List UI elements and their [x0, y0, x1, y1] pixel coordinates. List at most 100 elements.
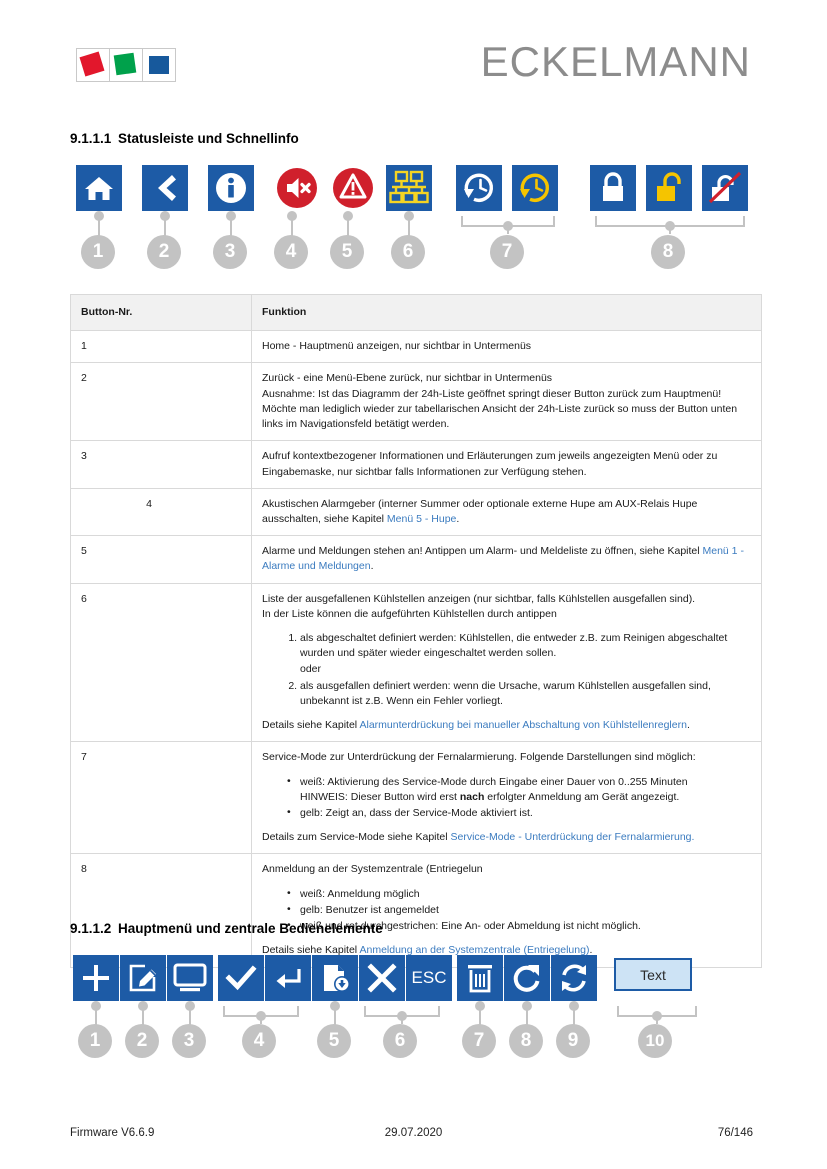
- table-row: 6 Liste der ausgefallenen Kühlstellen an…: [70, 582, 762, 743]
- row-nr: 2: [70, 362, 252, 442]
- callout-number-5: 5: [330, 235, 364, 269]
- col-header-button-nr: Button-Nr.: [70, 293, 252, 332]
- plus-icon[interactable]: [73, 955, 119, 1001]
- footer-date: 29.07.2020: [384, 1127, 443, 1139]
- trash-icon[interactable]: [457, 955, 503, 1001]
- section-title-2: Hauptmenü und zentrale Bedienelemente: [118, 921, 383, 936]
- menu-callout-number-4: 4: [242, 1024, 276, 1058]
- callout-bracket-8: [595, 216, 745, 234]
- row6-details-prefix: Details siehe Kapitel: [262, 719, 360, 732]
- back-chevron-icon[interactable]: [142, 165, 188, 211]
- page-footer: Firmware V6.6.9 29.07.2020 76/146: [0, 1109, 827, 1169]
- col-header-funktion: Funktion: [251, 293, 762, 332]
- service-mode-clock-yellow-icon[interactable]: [512, 165, 558, 211]
- footer-page-number: 76/146: [717, 1127, 753, 1139]
- callout-number-4: 4: [274, 235, 308, 269]
- home-icon[interactable]: [76, 165, 122, 211]
- section-number-1: 9.1.1.1: [70, 131, 112, 146]
- lock-closed-white-icon[interactable]: [590, 165, 636, 211]
- row7-bullet-list: weiß: Aktivierung des Service-Mode durch…: [262, 774, 751, 822]
- callout-number-6: 6: [391, 235, 425, 269]
- list-item: gelb: Benutzer ist angemeldet: [287, 902, 751, 918]
- row6-ordered-list: als abgeschaltet definiert werden: Kühls…: [262, 631, 751, 709]
- text-input-button[interactable]: Text: [614, 958, 692, 991]
- row-text: Zurück - eine Menü-Ebene zurück, nur sic…: [251, 362, 762, 442]
- logo-cell-blue: [143, 48, 176, 82]
- row6-details-suffix: .: [686, 719, 690, 732]
- row-text: Akustischen Alarmgeber (interner Summer …: [251, 487, 762, 537]
- close-x-icon[interactable]: [359, 955, 405, 1001]
- list-item: als abgeschaltet definiert werden: Kühls…: [300, 631, 751, 677]
- menu-callout-number-10: 10: [638, 1024, 672, 1058]
- info-icon[interactable]: [208, 165, 254, 211]
- table-row: 1 Home - Hauptmenü anzeigen, nur sichtba…: [70, 330, 762, 364]
- row-nr: 8: [70, 853, 252, 968]
- esc-icon[interactable]: ESC: [406, 955, 452, 1001]
- row3-line1: Aufruf kontextbezogener Informationen un…: [262, 450, 718, 478]
- menu-callout-number-5: 5: [317, 1024, 351, 1058]
- text-input-label: Text: [640, 966, 666, 983]
- row1-line1: Home - Hauptmenü anzeigen, nur sichtbar …: [262, 340, 532, 353]
- menu-callout-number-2: 2: [125, 1024, 159, 1058]
- lock-open-yellow-icon[interactable]: [646, 165, 692, 211]
- row7-note-bold: nach: [459, 790, 485, 803]
- table-header-row: Button-Nr. Funktion: [70, 293, 762, 332]
- table-row: 5 Alarme und Meldungen stehen an! Antipp…: [70, 535, 762, 584]
- row7-note-suffix: erfolgter Anmeldung am Gerät angezeigt.: [484, 790, 680, 803]
- section-heading-1: 9.1.1.1 Statusleiste und Schnellinfo: [70, 131, 299, 146]
- network-nodes-icon[interactable]: [386, 165, 432, 211]
- row4-link-menu5-hupe[interactable]: Menü 5 - Hupe: [387, 513, 456, 525]
- save-document-icon[interactable]: [312, 955, 358, 1001]
- row6-line2: In der Liste können die aufgeführten Küh…: [262, 607, 557, 620]
- callout-number-8: 8: [651, 235, 685, 269]
- row2-line3: Möchte man lediglich wieder zur tabellar…: [262, 402, 738, 431]
- table-row: 8 Anmeldung an der Systemzentrale (Entri…: [70, 853, 762, 968]
- row2-line1: Zurück - eine Menü-Ebene zurück, nur sic…: [262, 372, 553, 385]
- refresh-cycle-icon[interactable]: [551, 955, 597, 1001]
- row-text: Alarme und Meldungen stehen an! Antippen…: [251, 535, 762, 584]
- menu-callout-bracket-6: [364, 1006, 440, 1024]
- row-text: Home - Hauptmenü anzeigen, nur sichtbar …: [251, 330, 762, 364]
- edit-pencil-icon[interactable]: [120, 955, 166, 1001]
- row6-item1-oder: oder: [300, 662, 322, 675]
- monitor-icon[interactable]: [167, 955, 213, 1001]
- row-text: Anmeldung an der Systemzentrale (Entrieg…: [251, 853, 762, 968]
- callout-number-1: 1: [81, 235, 115, 269]
- row-text: Aufruf kontextbezogener Informationen un…: [251, 440, 762, 489]
- row7-details: Details zum Service-Mode siehe Kapitel S…: [262, 830, 751, 845]
- row2-line2: Ausnahme: Ist das Diagramm der 24h-Liste…: [262, 387, 722, 400]
- lock-crossed-out-icon[interactable]: [702, 165, 748, 211]
- page-header: ECKELMANN: [0, 0, 827, 110]
- menu-callout-number-7: 7: [462, 1024, 496, 1058]
- service-mode-clock-white-icon[interactable]: [456, 165, 502, 211]
- row-nr: 5: [70, 535, 252, 584]
- row-nr: 7: [70, 741, 252, 855]
- logo-cell-red: [76, 48, 110, 82]
- row4-paragraph: Akustischen Alarmgeber (interner Summer …: [262, 497, 751, 527]
- list-item: weiß: Anmeldung möglich: [287, 886, 751, 902]
- brand-name: ECKELMANN: [480, 38, 751, 85]
- speaker-mute-icon[interactable]: [274, 165, 320, 211]
- check-icon[interactable]: [218, 955, 264, 1001]
- table-row: 4 Akustischen Alarmgeber (interner Summe…: [70, 487, 762, 537]
- refresh-single-icon[interactable]: [504, 955, 550, 1001]
- row6-details: Details siehe Kapitel Alarmunterdrückung…: [262, 718, 751, 733]
- row7-link-service-mode[interactable]: Service-Mode - Unterdrückung der Fernala…: [451, 831, 695, 843]
- enter-arrow-icon[interactable]: [265, 955, 311, 1001]
- callout-bracket-7: [461, 216, 555, 234]
- table-row: 7 Service-Mode zur Unterdrückung der Fer…: [70, 741, 762, 855]
- row7-bullet1: weiß: Aktivierung des Service-Mode durch…: [300, 775, 688, 788]
- row-nr: 6: [70, 582, 252, 743]
- warning-triangle-icon[interactable]: [330, 165, 376, 211]
- menu-callout-number-9: 9: [556, 1024, 590, 1058]
- row7-details-prefix: Details zum Service-Mode siehe Kapitel: [262, 831, 451, 844]
- menu-callout-number-1: 1: [78, 1024, 112, 1058]
- menu-callout-number-6: 6: [383, 1024, 417, 1058]
- row8-line1: Anmeldung an der Systemzentrale (Entrieg…: [262, 863, 483, 876]
- table-row: 3 Aufruf kontextbezogener Informationen …: [70, 440, 762, 489]
- row6-item1: als abgeschaltet definiert werden: Kühls…: [300, 632, 728, 660]
- list-item: weiß: Aktivierung des Service-Mode durch…: [287, 774, 751, 805]
- row4-text-before: Akustischen Alarmgeber (interner Summer …: [262, 497, 698, 525]
- row6-link-alarmunterdrueckung[interactable]: Alarmunterdrückung bei manueller Abschal…: [359, 719, 686, 731]
- row-nr: 4: [70, 487, 252, 537]
